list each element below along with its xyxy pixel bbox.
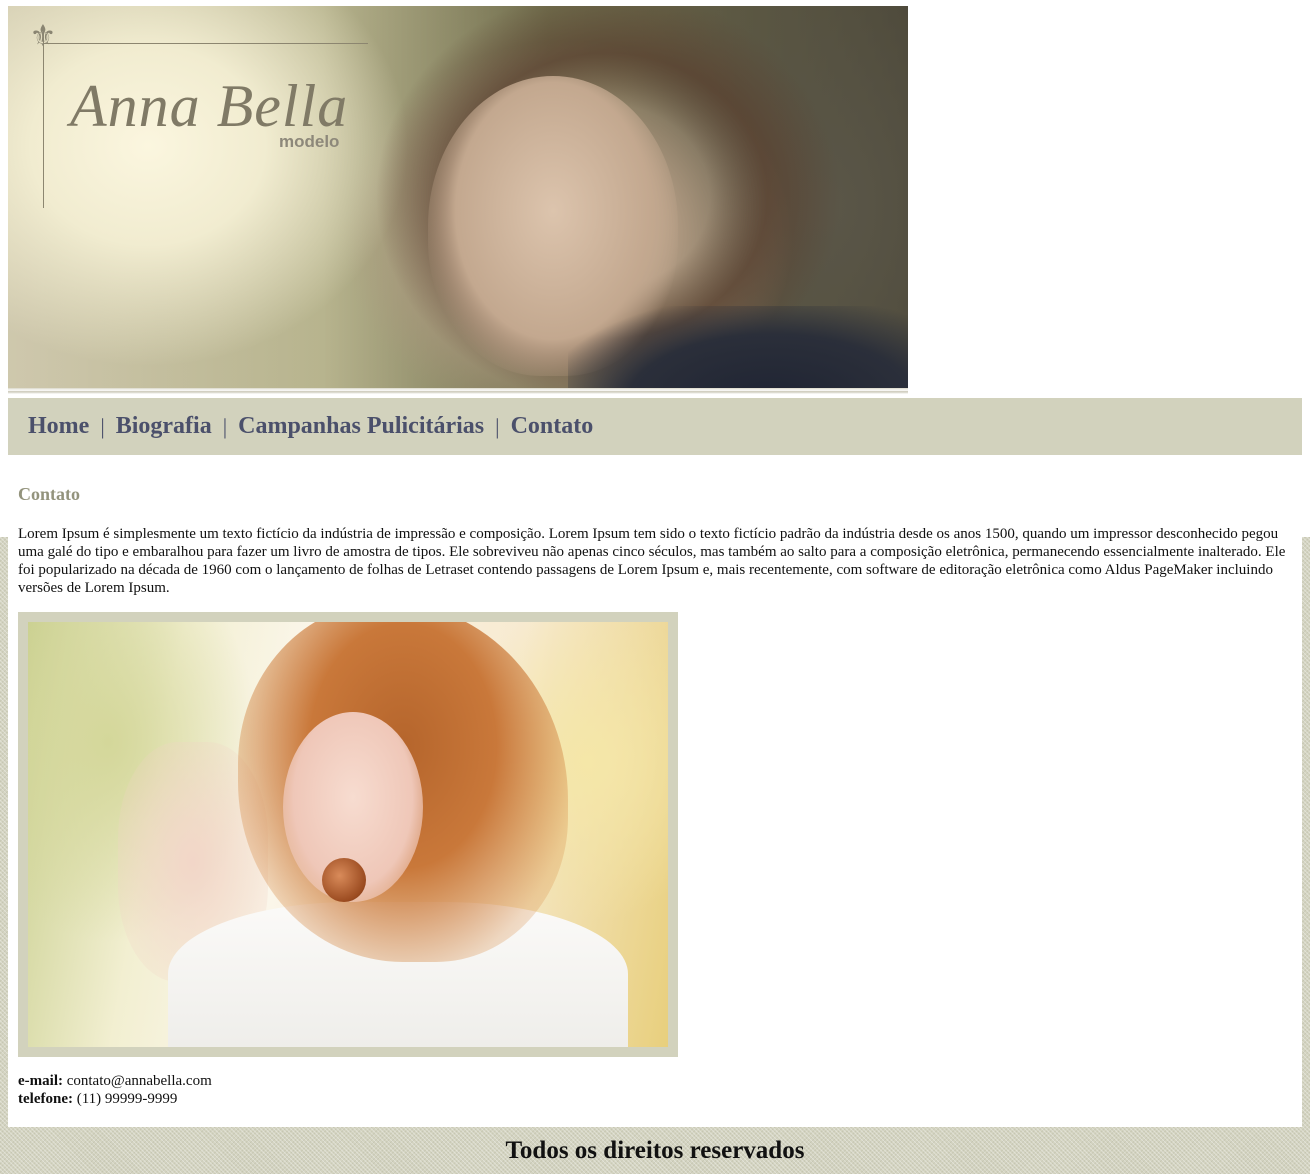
nav-link-campanhas[interactable]: Campanhas Pulicitárias [238, 413, 484, 440]
banner-bottom-stripe [8, 388, 908, 394]
email-row: e-mail: contato@annabella.com [18, 1072, 212, 1090]
contact-info: e-mail: contato@annabella.com telefone: … [18, 1072, 212, 1108]
phone-value: (11) 99999-9999 [76, 1091, 178, 1107]
banner-shoulder [568, 306, 908, 394]
nav-separator: | [212, 414, 238, 440]
content-panel: Contato Lorem Ipsum é simplesmente um te… [8, 455, 1302, 1127]
photo-earring [322, 858, 366, 902]
photo-frame [18, 612, 678, 1057]
model-photo [28, 622, 668, 1047]
nav-separator-glyph: | [100, 413, 105, 439]
intro-paragraph: Lorem Ipsum é simplesmente um texto fict… [18, 526, 1286, 596]
nav-list: Home | Biografia | Campanhas Pulicitária… [8, 398, 1302, 455]
email-label: e-mail: [18, 1073, 63, 1089]
nav-separator: | [89, 414, 115, 440]
page-title: Contato [18, 484, 80, 504]
main-nav: Home | Biografia | Campanhas Pulicitária… [8, 398, 1302, 455]
logo-vertical-line [43, 28, 44, 208]
nav-separator-glyph: | [222, 413, 228, 439]
header-banner: ⚜ Anna Bella modelo [8, 6, 908, 394]
nav-item-campanhas: Campanhas Pulicitárias [238, 413, 484, 440]
fleur-de-lis-icon: ⚜ [29, 19, 57, 54]
phone-label: telefone: [18, 1091, 73, 1107]
logo-name: Anna Bella [70, 73, 349, 139]
nav-separator-glyph: | [495, 413, 500, 439]
nav-link-contato[interactable]: Contato [511, 413, 594, 440]
nav-separator: | [484, 414, 510, 440]
phone-row: telefone: (11) 99999-9999 [18, 1090, 212, 1108]
logo-horizontal-line [43, 43, 368, 44]
nav-link-home[interactable]: Home [28, 413, 89, 440]
footer: Todos os direitos reservados [0, 1127, 1310, 1174]
nav-item-contato: Contato [511, 413, 594, 440]
logo-subtitle: modelo [279, 132, 340, 151]
footer-text: Todos os direitos reservados [505, 1136, 805, 1164]
nav-item-home: Home [28, 413, 89, 440]
email-value: contato@annabella.com [66, 1073, 212, 1089]
nav-link-biografia[interactable]: Biografia [116, 413, 212, 440]
nav-item-biografia: Biografia [116, 413, 212, 440]
